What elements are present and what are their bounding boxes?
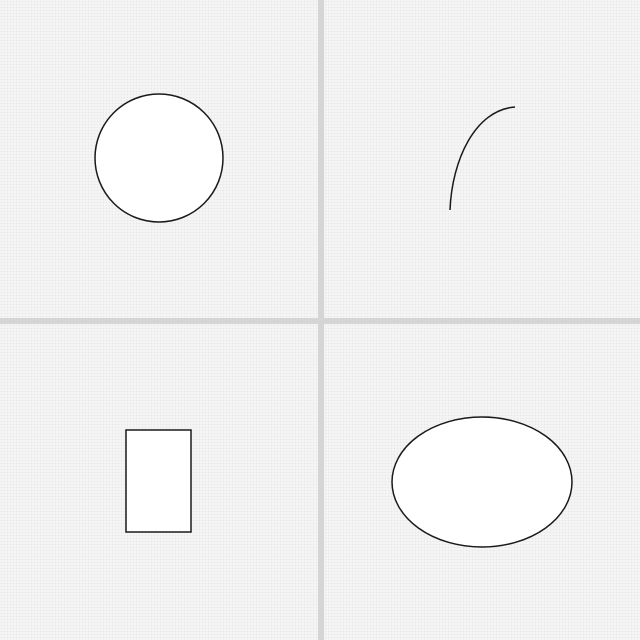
quad-panel-canvas: [0, 0, 640, 640]
ellipse-shape[interactable]: [391, 416, 573, 548]
rectangle-shape[interactable]: [125, 429, 192, 533]
horizontal-divider[interactable]: [0, 318, 640, 324]
circle-shape[interactable]: [94, 93, 224, 223]
